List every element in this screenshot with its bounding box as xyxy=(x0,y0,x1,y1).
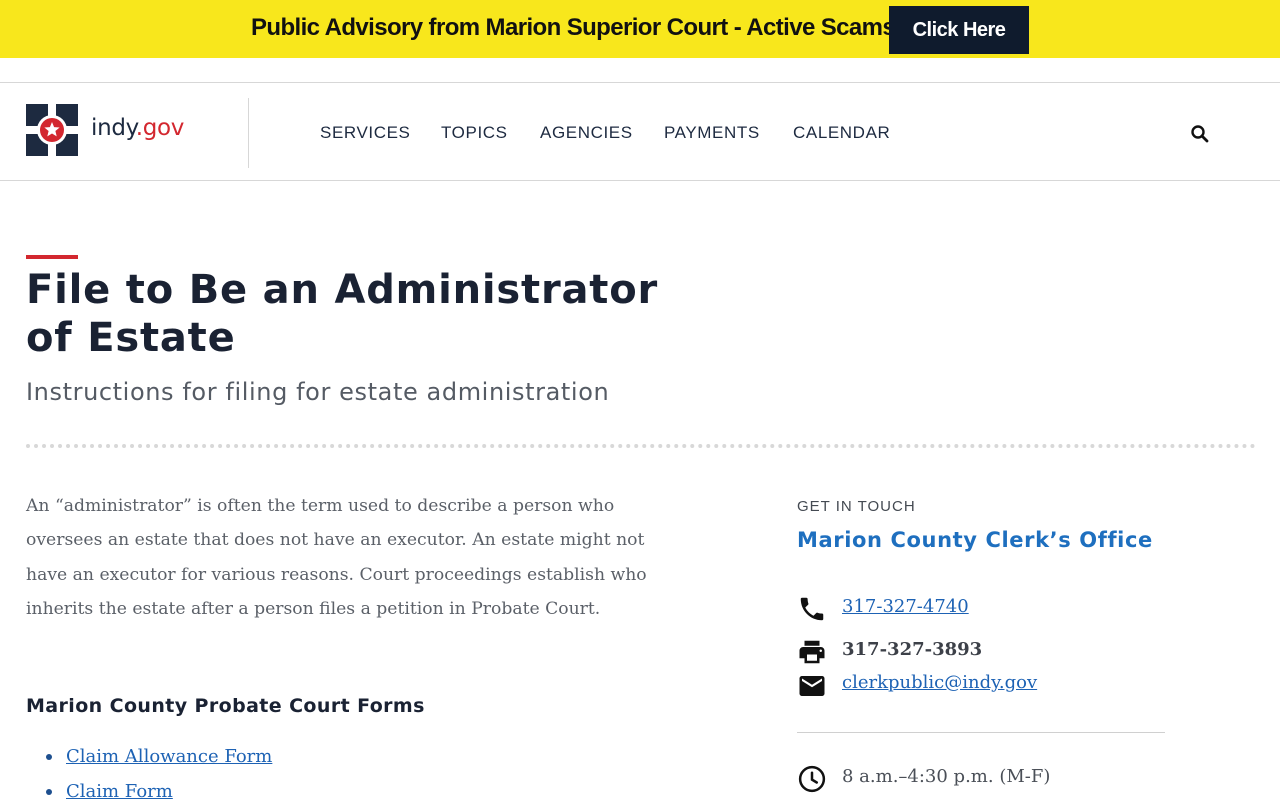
logo-text: indy.gov xyxy=(91,115,185,141)
list-item: Claim Allowance Form xyxy=(46,742,272,777)
divider xyxy=(0,82,1280,83)
advisory-click-here-button[interactable]: Click Here xyxy=(889,6,1029,54)
search-button[interactable] xyxy=(1186,120,1214,148)
phone-link[interactable]: 317-327-4740 xyxy=(842,596,969,617)
nav-services[interactable]: SERVICES xyxy=(320,123,410,143)
list-item: Claim Form xyxy=(46,777,272,800)
bullet xyxy=(46,754,52,760)
nav-topics[interactable]: TOPICS xyxy=(441,123,508,143)
indy-gov-logo[interactable]: indy.gov xyxy=(26,104,186,156)
fax-number: 317-327-3893 xyxy=(842,639,983,660)
get-in-touch-label: GET IN TOUCH xyxy=(797,498,916,515)
advisory-text: Public Advisory from Marion Superior Cou… xyxy=(251,14,896,41)
office-hours: 8 a.m.–4:30 p.m. (M-F) xyxy=(842,766,1051,787)
fax-icon xyxy=(799,640,825,664)
star-seal-icon xyxy=(26,104,78,156)
forms-list: Claim Allowance Form Claim Form xyxy=(46,742,272,800)
phone-icon xyxy=(800,597,824,621)
dotted-divider xyxy=(26,444,1256,448)
page-title: File to Be an Administrator of Estate xyxy=(26,267,659,361)
page-subtitle: Instructions for filing for estate admin… xyxy=(26,378,610,406)
nav-agencies[interactable]: AGENCIES xyxy=(540,123,633,143)
claim-form-link[interactable]: Claim Form xyxy=(66,781,173,800)
search-icon xyxy=(1191,125,1209,143)
email-icon xyxy=(799,676,825,696)
divider xyxy=(797,732,1165,733)
clock-icon xyxy=(798,765,826,793)
intro-paragraph: An “administrator” is often the term use… xyxy=(26,496,647,619)
email-link[interactable]: clerkpublic@indy.gov xyxy=(842,672,1037,693)
nav-payments[interactable]: PAYMENTS xyxy=(664,123,760,143)
divider xyxy=(0,180,1280,181)
nav-calendar[interactable]: CALENDAR xyxy=(793,123,890,143)
advisory-banner: Public Advisory from Marion Superior Cou… xyxy=(0,0,1280,58)
header-divider xyxy=(248,98,249,168)
claim-allowance-form-link[interactable]: Claim Allowance Form xyxy=(66,746,272,767)
bullet xyxy=(46,789,52,795)
title-accent-bar xyxy=(26,255,78,259)
office-name: Marion County Clerk’s Office xyxy=(797,528,1153,552)
forms-heading: Marion County Probate Court Forms xyxy=(26,695,425,717)
